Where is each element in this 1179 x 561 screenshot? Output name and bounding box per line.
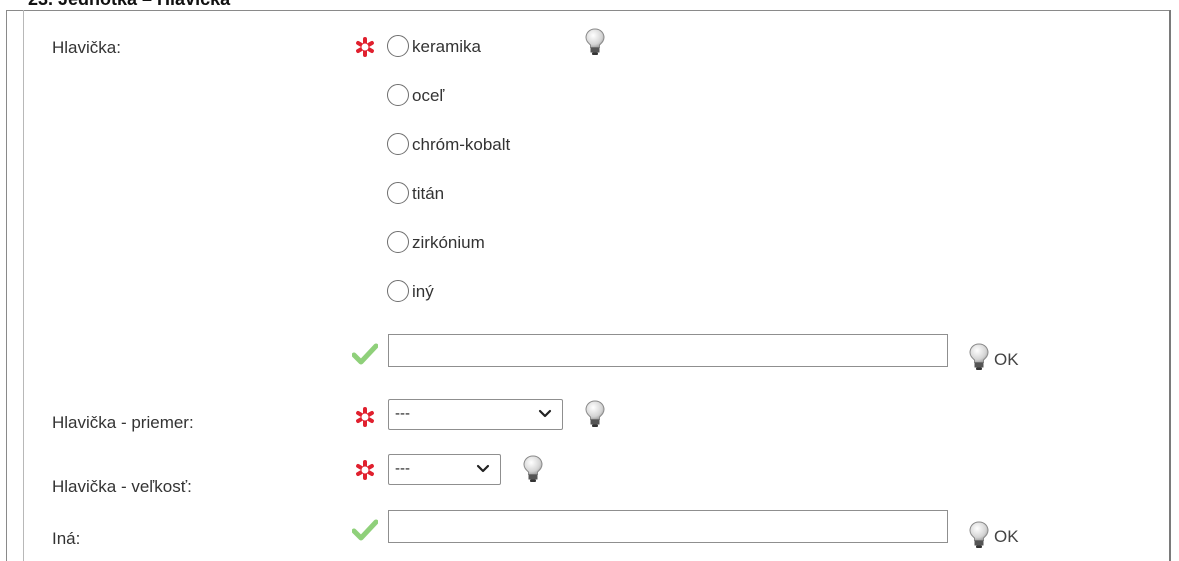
radio-titan[interactable] (387, 182, 409, 204)
other-input[interactable] (388, 510, 948, 543)
size-select-value: --- (395, 460, 410, 477)
required-asterisk-icon (356, 460, 374, 480)
lightbulb-icon[interactable] (968, 521, 990, 549)
radio-label-keramika: keramika (412, 37, 481, 56)
section-title: 23. Jednotka – Hlavička (28, 0, 230, 10)
radio-ocel[interactable] (387, 84, 409, 106)
panel-border-right (1169, 10, 1171, 561)
lightbulb-icon[interactable] (522, 455, 544, 483)
radio-label-iny: iný (412, 282, 434, 301)
ok-label: OK (994, 527, 1019, 546)
radio-label-chrom-kobalt: chróm-kobalt (412, 135, 511, 154)
chevron-down-icon (476, 464, 490, 473)
radio-label-titan: titán (412, 184, 445, 203)
radio-zirkonium[interactable] (387, 231, 409, 253)
chevron-down-icon (538, 409, 552, 418)
head-other-input[interactable] (388, 334, 948, 367)
panel-inner-border (23, 10, 24, 561)
diameter-select[interactable]: --- (388, 399, 563, 430)
checkmark-icon (352, 519, 378, 541)
radio-keramika[interactable] (387, 35, 409, 57)
panel-border-top (6, 10, 1171, 11)
other-label: Iná: (52, 529, 81, 548)
head-label: Hlavička: (52, 38, 121, 57)
radio-label-ocel: oceľ (412, 86, 445, 105)
radio-label-zirkonium: zirkónium (412, 233, 485, 252)
ok-label: OK (994, 350, 1019, 369)
required-asterisk-icon (356, 37, 374, 57)
lightbulb-icon[interactable] (584, 28, 606, 56)
diameter-select-value: --- (395, 405, 410, 422)
lightbulb-icon[interactable] (584, 400, 606, 428)
size-select[interactable]: --- (388, 454, 501, 485)
radio-chrom-kobalt[interactable] (387, 133, 409, 155)
size-label: Hlavička - veľkosť: (52, 477, 192, 496)
diameter-label: Hlavička - priemer: (52, 413, 194, 432)
radio-iny[interactable] (387, 280, 409, 302)
required-asterisk-icon (356, 407, 374, 427)
lightbulb-icon[interactable] (968, 343, 990, 371)
panel-border-left (6, 10, 7, 561)
checkmark-icon (352, 343, 378, 365)
